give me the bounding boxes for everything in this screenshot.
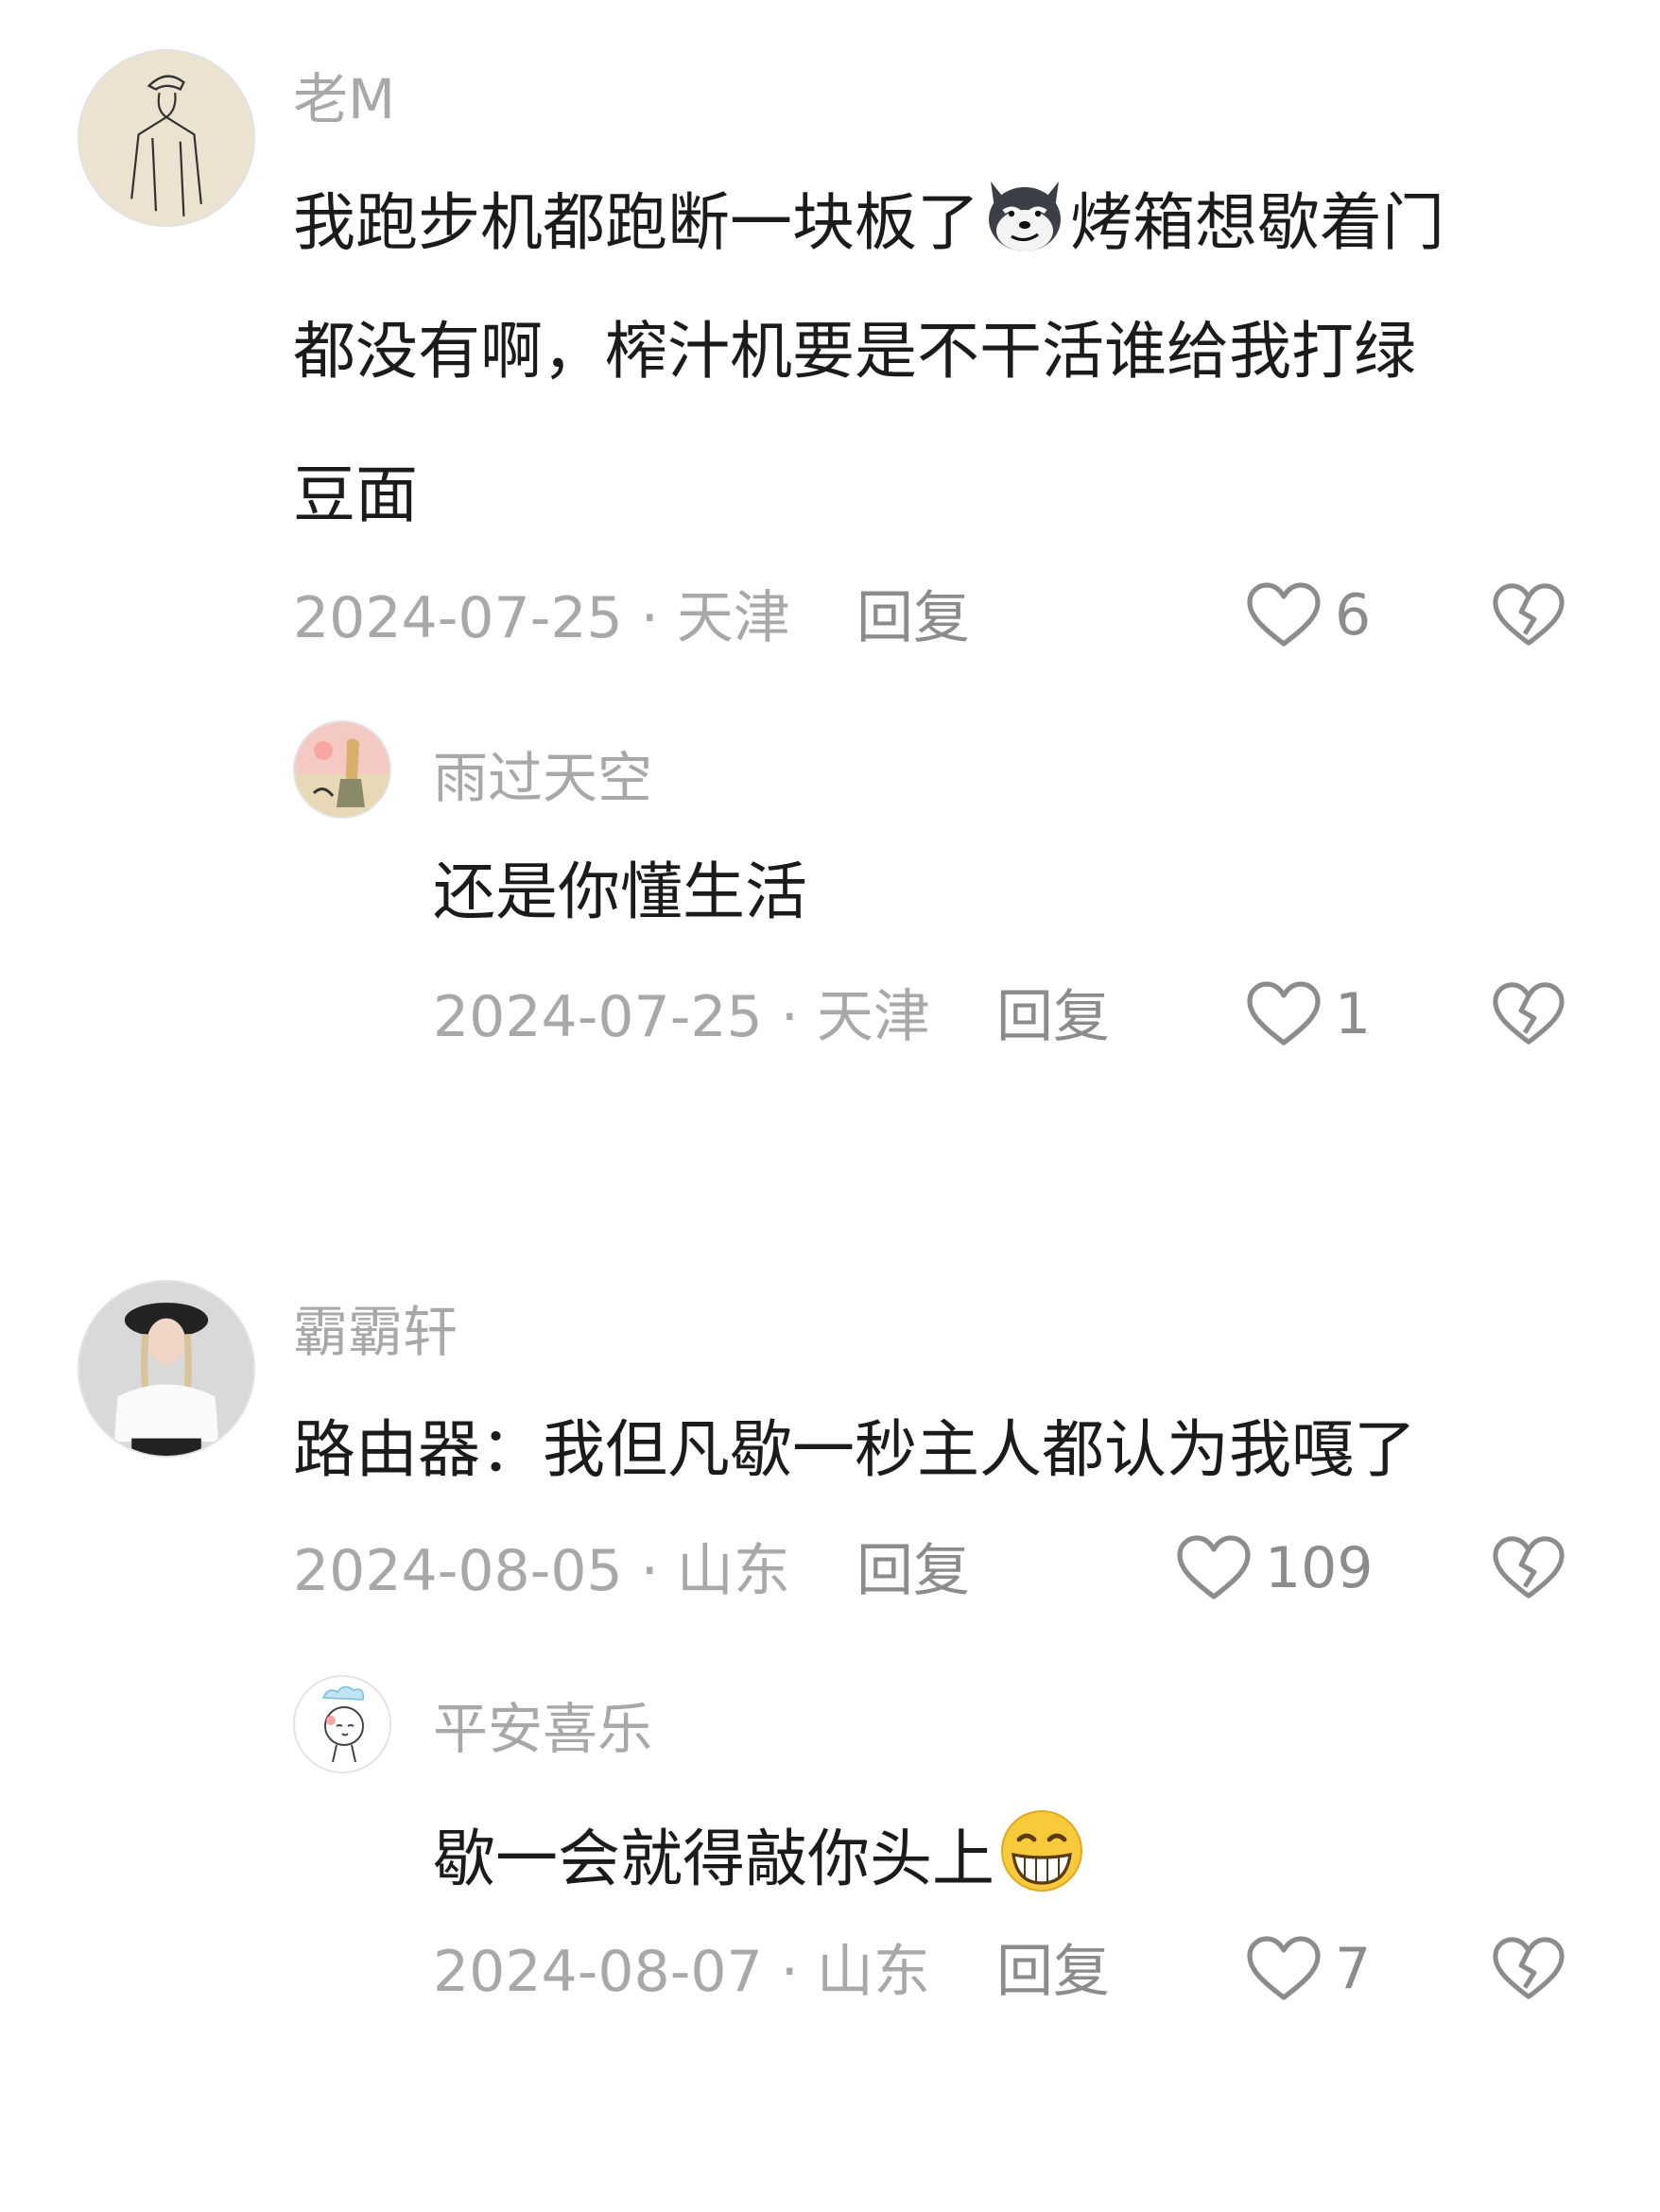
reply-button[interactable]: 回复: [996, 1944, 1110, 2000]
like-button[interactable]: 1: [1246, 979, 1371, 1049]
avatar-illustration-image: [295, 722, 389, 817]
like-count: 1: [1335, 981, 1372, 1047]
avatar[interactable]: [293, 720, 391, 819]
reply-date-location: 2024-07-25 · 天津: [433, 984, 930, 1050]
comment-date-location: 2024-07-25 · 天津: [293, 585, 790, 651]
comment-text-segment: 烤箱想歇着门: [1070, 186, 1444, 260]
broken-heart-icon: [1493, 583, 1565, 646]
heart-outline-icon: [1247, 981, 1321, 1046]
reply-text: 歇一会就得敲你头上: [433, 1810, 1089, 1913]
dislike-button[interactable]: [1492, 1533, 1565, 1603]
avatar-photo-image: [79, 1282, 253, 1456]
reply-button[interactable]: 回复: [856, 1543, 970, 1599]
heart-outline-icon: [1247, 582, 1321, 647]
dislike-button[interactable]: [1492, 580, 1565, 650]
grin-emoji: [994, 1807, 1089, 1908]
heart-outline-icon: [1177, 1535, 1251, 1599]
comment-text: 路由器：我但凡歇一秒主人都认为我嘎了: [293, 1413, 1416, 1486]
dislike-button[interactable]: [1492, 1934, 1565, 2004]
comment-text-segment: 我跑步机都跑断一块板了: [293, 186, 979, 260]
reply-username[interactable]: 平安喜乐: [433, 1702, 652, 1756]
comment-text-line: 都没有啊，榨汁机要是不干活谁给我打绿: [293, 315, 1416, 388]
like-button[interactable]: 6: [1246, 580, 1371, 650]
reply-date-location: 2024-08-07 · 山东: [433, 1939, 930, 2005]
avatar[interactable]: [78, 49, 255, 227]
avatar[interactable]: [293, 1675, 391, 1773]
comment-username[interactable]: 老M: [293, 72, 395, 127]
like-count: 109: [1265, 1535, 1374, 1601]
broken-heart-icon: [1493, 1937, 1565, 1999]
avatar-cartoon-image: [295, 1677, 389, 1771]
comment-date-location: 2024-08-05 · 山东: [293, 1538, 790, 1604]
reply-button[interactable]: 回复: [996, 989, 1110, 1046]
comment-username[interactable]: 霸霸轩: [293, 1305, 458, 1359]
broken-heart-icon: [1493, 982, 1565, 1045]
comment-text: 我跑步机都跑断一块板了 烤箱想歇着门: [293, 180, 1444, 274]
comment-text-line: 豆面: [293, 458, 418, 531]
reply-username[interactable]: 雨过天空: [433, 751, 652, 805]
dislike-button[interactable]: [1492, 979, 1565, 1049]
husky-smirk-emoji: [979, 174, 1070, 268]
like-count: 6: [1335, 582, 1372, 648]
like-count: 7: [1335, 1936, 1372, 2002]
like-button[interactable]: 109: [1176, 1533, 1374, 1603]
broken-heart-icon: [1493, 1536, 1565, 1599]
heart-outline-icon: [1247, 1936, 1321, 2000]
avatar-sketch-figure-image: [79, 51, 253, 225]
avatar[interactable]: [78, 1280, 255, 1458]
reply-text: 还是你懂生活: [433, 855, 807, 928]
reply-button[interactable]: 回复: [856, 590, 970, 647]
reply-text-segment: 歇一会就得敲你头上: [433, 1823, 994, 1896]
like-button[interactable]: 7: [1246, 1934, 1371, 2004]
